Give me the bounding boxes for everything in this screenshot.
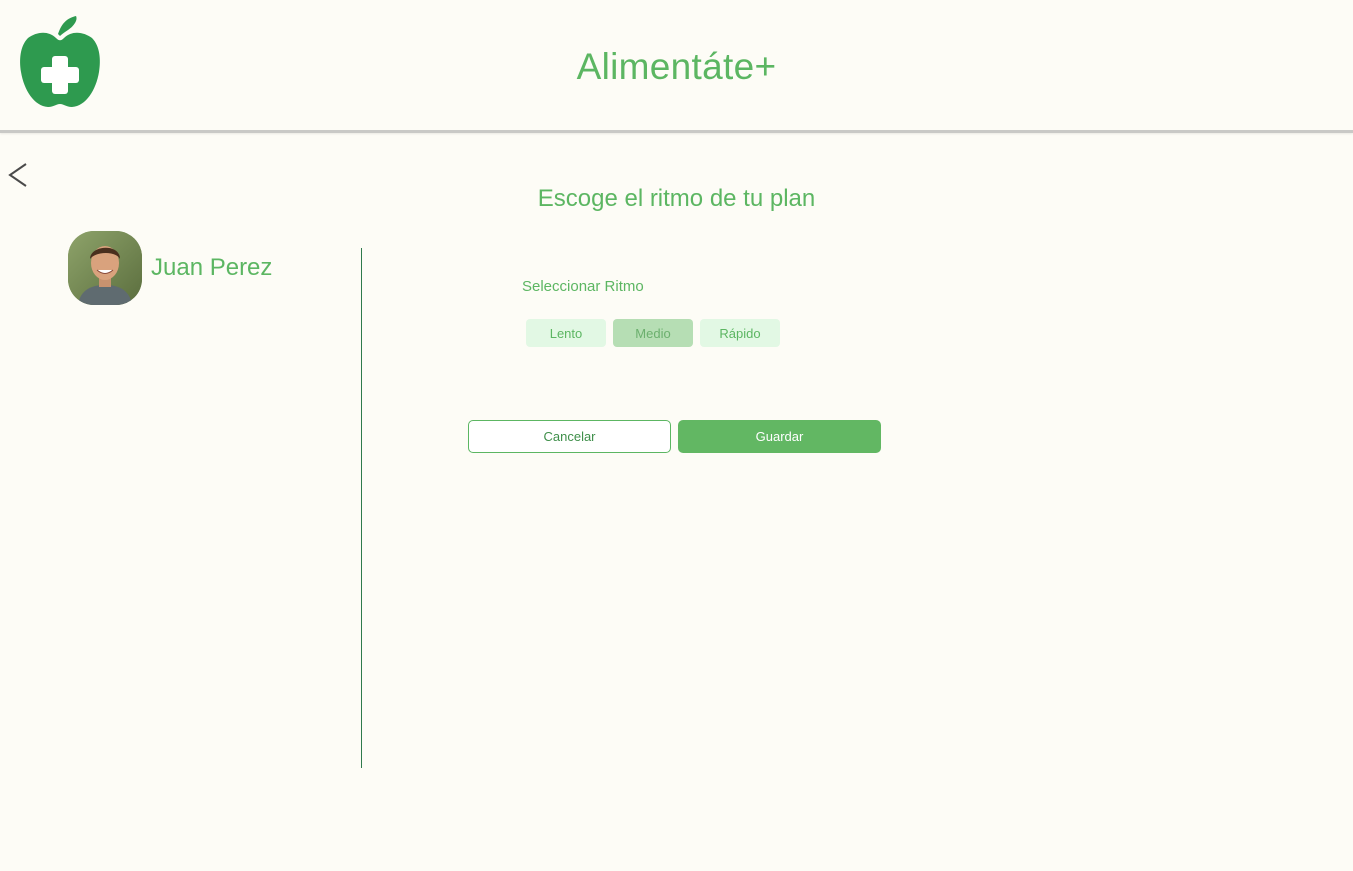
- app-header: Alimentáte+: [0, 0, 1353, 133]
- rhythm-selector: Lento Medio Rápido: [526, 319, 787, 347]
- user-name: Juan Perez: [151, 254, 273, 281]
- save-button[interactable]: Guardar: [678, 420, 881, 453]
- rhythm-option-lento[interactable]: Lento: [526, 319, 606, 347]
- app-title: Alimentáte+: [576, 46, 777, 87]
- user-avatar-icon: [68, 231, 142, 305]
- avatar: [68, 231, 142, 305]
- user-profile: Juan Perez: [68, 231, 272, 305]
- page-title: Escoge el ritmo de tu plan: [537, 185, 816, 212]
- vertical-divider: [361, 248, 362, 768]
- rhythm-option-rapido[interactable]: Rápido: [700, 319, 780, 347]
- cancel-button[interactable]: Cancelar: [468, 420, 671, 453]
- rhythm-label: Seleccionar Ritmo: [522, 278, 644, 295]
- rhythm-option-medio[interactable]: Medio: [613, 319, 693, 347]
